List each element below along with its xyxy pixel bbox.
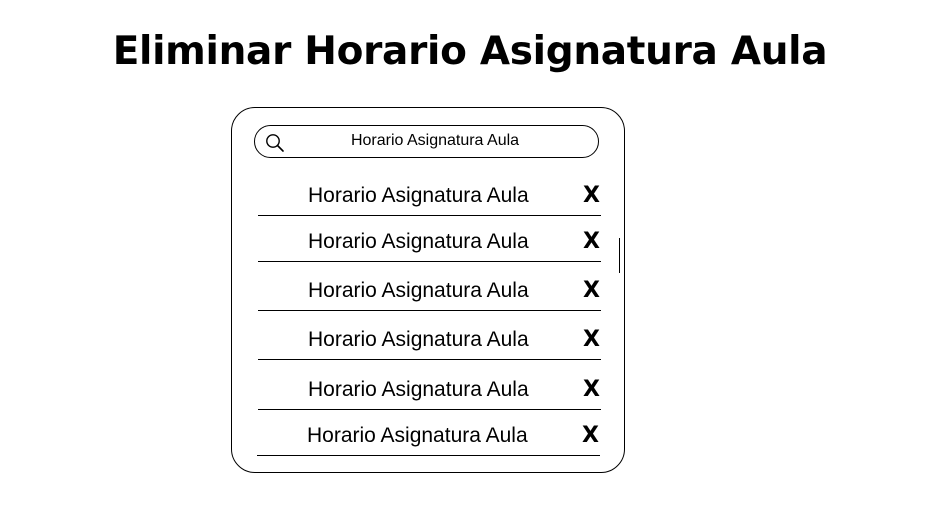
delete-button[interactable]: X bbox=[583, 184, 600, 208]
list-item-label: Horario Asignatura Aula bbox=[307, 424, 528, 447]
row-divider bbox=[258, 359, 601, 360]
search-input[interactable] bbox=[295, 126, 575, 156]
page-title: Eliminar Horario Asignatura Aula bbox=[112, 29, 828, 74]
scrollbar[interactable] bbox=[619, 238, 620, 273]
search-icon bbox=[265, 133, 285, 153]
row-divider bbox=[258, 310, 601, 311]
schedule-list-panel: Horario Asignatura Aula X Horario Asigna… bbox=[231, 107, 625, 473]
delete-button[interactable]: X bbox=[583, 378, 600, 402]
list-item: Horario Asignatura Aula X bbox=[258, 314, 601, 360]
delete-button[interactable]: X bbox=[583, 230, 600, 254]
list-item: Horario Asignatura Aula X bbox=[258, 216, 601, 262]
row-divider bbox=[258, 261, 601, 262]
list-item: Horario Asignatura Aula X bbox=[258, 364, 601, 410]
search-bar[interactable] bbox=[254, 125, 599, 158]
list-item: Horario Asignatura Aula X bbox=[258, 170, 601, 216]
list-item: Horario Asignatura Aula X bbox=[258, 265, 601, 311]
list-item-label: Horario Asignatura Aula bbox=[308, 378, 529, 401]
delete-button[interactable]: X bbox=[582, 424, 599, 448]
list-item-label: Horario Asignatura Aula bbox=[308, 230, 529, 253]
delete-button[interactable]: X bbox=[583, 328, 600, 352]
list-item: Horario Asignatura Aula X bbox=[257, 410, 600, 456]
list-item-label: Horario Asignatura Aula bbox=[308, 279, 529, 302]
list-item-label: Horario Asignatura Aula bbox=[308, 184, 529, 207]
list-item-label: Horario Asignatura Aula bbox=[308, 328, 529, 351]
row-divider bbox=[257, 455, 600, 456]
delete-button[interactable]: X bbox=[583, 279, 600, 303]
